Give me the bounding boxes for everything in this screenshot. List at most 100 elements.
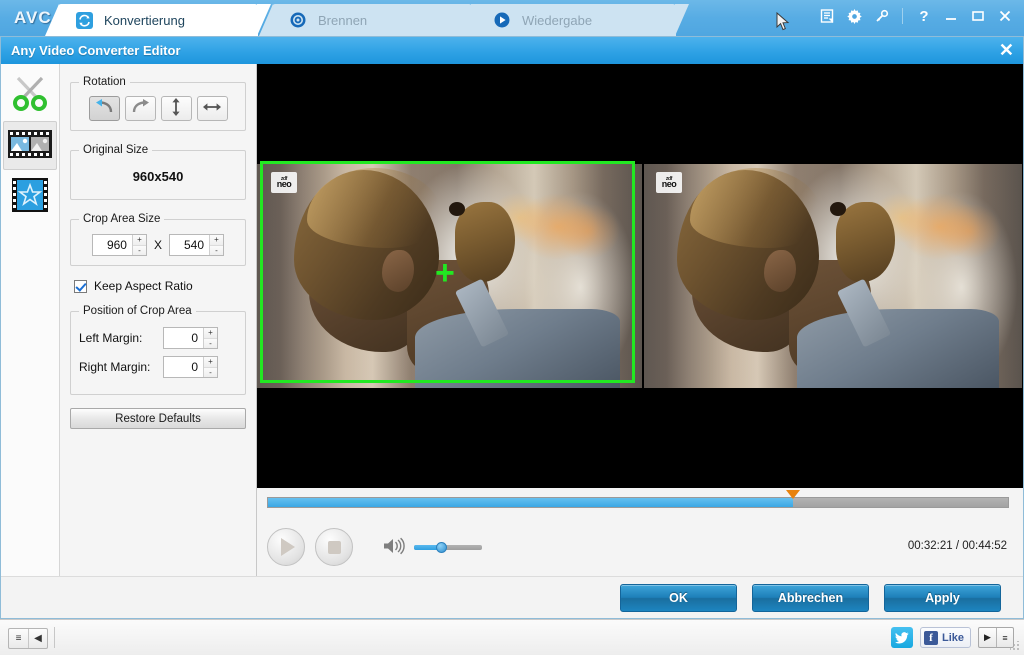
left-margin-increment[interactable]: + [204, 328, 217, 339]
cancel-button[interactable]: Abbrechen [752, 583, 869, 612]
tab-right-edge [675, 4, 689, 36]
tab-label: Wiedergabe [522, 12, 593, 28]
left-margin-stepper[interactable]: 0 + - [163, 327, 218, 349]
editor-titlebar: Any Video Converter Editor ✕ [1, 37, 1023, 64]
seek-bar-area[interactable] [257, 488, 1023, 516]
tab-label: Konvertierung [104, 12, 185, 28]
tab-label: Brennen [318, 12, 368, 28]
left-margin-label: Left Margin: [79, 331, 143, 345]
apply-button[interactable]: Apply [884, 583, 1001, 612]
key-icon[interactable] [872, 7, 890, 25]
keep-aspect-ratio-checkbox[interactable] [74, 279, 87, 293]
twitter-button[interactable] [890, 627, 913, 648]
settings-panel: Rotation Original Size 960x540 Crop Area… [60, 64, 257, 606]
original-size-value: 960x540 [132, 169, 184, 184]
volume-slider-track[interactable] [414, 541, 482, 553]
application-tab-bar: AVC Konvertierung Brennen Wiedergabe ? [0, 0, 1024, 36]
statusbar-right-buttons: ▶ ≡ [978, 627, 1014, 648]
crop-center-handle[interactable]: + [435, 256, 455, 290]
social-buttons: f Like ▶ ≡ [890, 627, 1014, 648]
keep-aspect-ratio-label: Keep Aspect Ratio [94, 279, 193, 293]
crop-tool-button[interactable] [3, 121, 57, 170]
seek-progress-fill [268, 498, 794, 507]
crop-height-decrement[interactable]: - [210, 245, 223, 255]
right-margin-value[interactable]: 0 [164, 357, 203, 377]
seek-track[interactable] [267, 490, 1009, 508]
editor-footer: OK Abbrechen Apply [1, 576, 1023, 618]
ok-button[interactable]: OK [620, 583, 737, 612]
crop-width-stepper[interactable]: 960 + - [91, 234, 147, 256]
flip-horizontal-icon [203, 101, 221, 116]
left-margin-decrement[interactable]: - [204, 338, 217, 348]
minimize-icon[interactable] [942, 7, 960, 25]
crop-height-value[interactable]: 540 [170, 235, 209, 255]
gear-icon[interactable] [845, 7, 863, 25]
watermark-bottom: neo [276, 178, 292, 189]
stop-button[interactable] [315, 528, 353, 566]
editor-body: Rotation Original Size 960x540 Crop Area… [1, 64, 1023, 606]
left-margin-value[interactable]: 0 [164, 328, 203, 348]
close-icon[interactable] [996, 7, 1014, 25]
timecode-display: 00:32:21 / 00:44:52 [907, 540, 1007, 552]
right-margin-stepper[interactable]: 0 + - [163, 356, 218, 378]
crop-height-stepper[interactable]: 540 + - [169, 234, 224, 256]
video-frame-right: zdf neo [644, 164, 1022, 388]
video-preview-right[interactable]: zdf neo [644, 64, 1022, 488]
play-icon [281, 538, 295, 556]
crop-width-decrement[interactable]: - [132, 245, 146, 255]
rotate-left-button[interactable] [88, 96, 120, 121]
editor-close-icon[interactable]: ✕ [999, 40, 1014, 60]
right-margin-row: Right Margin: 0 + - [79, 356, 237, 378]
burn-disc-icon [288, 10, 308, 30]
speaker-icon[interactable] [383, 537, 405, 558]
crop-width-increment[interactable]: + [132, 235, 146, 246]
video-stage[interactable]: zdf neo zdf neo + [257, 64, 1023, 488]
flip-vertical-button[interactable] [160, 96, 192, 121]
preview-column: zdf neo zdf neo + 00:32:21 / 00:44:52 [257, 64, 1023, 606]
maximize-icon[interactable] [969, 7, 987, 25]
zdf-neo-watermark: zdf neo [656, 172, 682, 193]
restore-defaults-button[interactable]: Restore Defaults [70, 408, 246, 429]
right-margin-decrement[interactable]: - [204, 367, 217, 377]
right-margin-label: Right Margin: [79, 360, 151, 374]
crop-height-arrows: + - [209, 235, 223, 255]
watermark-bottom: neo [661, 178, 677, 189]
flip-horizontal-button[interactable] [196, 96, 228, 121]
right-margin-increment[interactable]: + [204, 357, 217, 368]
facebook-like-button[interactable]: f Like [919, 627, 971, 648]
volume-control[interactable] [383, 537, 482, 558]
tab-brennen[interactable]: Brennen [259, 4, 485, 36]
expand-right-icon[interactable]: ▶ [979, 628, 996, 647]
list-form-icon[interactable] [818, 7, 836, 25]
statusbar-left-buttons: ≡ ◀ [8, 628, 48, 649]
hair-tie [830, 202, 846, 216]
rotate-right-icon [131, 99, 150, 118]
crop-width-value[interactable]: 960 [92, 235, 132, 255]
window-resize-grip[interactable] [1010, 641, 1021, 652]
crop-height-increment[interactable]: + [210, 235, 223, 246]
rotate-right-button[interactable] [124, 96, 156, 121]
play-button[interactable] [267, 528, 305, 566]
tab-left-edge [45, 4, 59, 36]
tab-wiedergabe[interactable]: Wiedergabe [463, 4, 689, 36]
flip-vertical-icon [170, 98, 182, 119]
rotation-legend: Rotation [83, 76, 126, 88]
volume-slider-knob[interactable] [436, 541, 448, 553]
menu-icon[interactable]: ≡ [9, 629, 28, 648]
keep-aspect-ratio-row[interactable]: Keep Aspect Ratio [74, 279, 246, 293]
letterbox-bottom [644, 388, 1022, 488]
tool-rail [1, 64, 60, 606]
rotate-left-icon [95, 99, 114, 118]
clip-tool-button[interactable] [3, 70, 57, 119]
transport-controls: 00:32:21 / 00:44:52 [257, 516, 1023, 578]
editor-title: Any Video Converter Editor [11, 43, 181, 58]
convert-icon [74, 10, 94, 30]
effects-tool-button[interactable] [3, 172, 57, 221]
hair-tie [449, 202, 465, 216]
zdf-neo-watermark: zdf neo [271, 172, 297, 193]
collapse-left-icon[interactable]: ◀ [28, 629, 47, 648]
tab-konvertierung[interactable]: Konvertierung [45, 4, 271, 36]
help-icon[interactable]: ? [915, 7, 933, 25]
letterbox-top [644, 64, 1022, 164]
seek-position-marker[interactable] [786, 490, 801, 499]
